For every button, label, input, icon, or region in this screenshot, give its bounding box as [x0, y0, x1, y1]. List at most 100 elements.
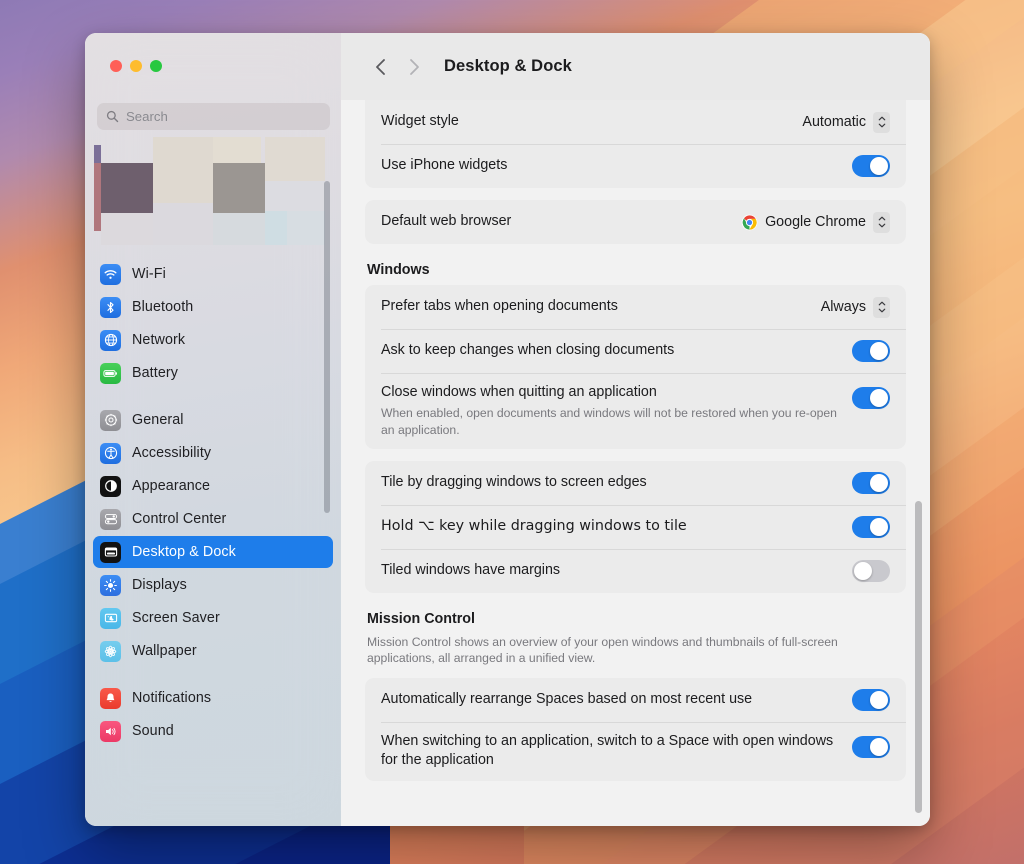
sidebar-item-label: Appearance [132, 478, 211, 494]
toggle-knob [870, 690, 888, 709]
sidebar-item-label: Notifications [132, 690, 212, 706]
windows-card: Prefer tabs when opening documents Alway… [365, 285, 906, 449]
sidebar-item-network[interactable]: Network [93, 324, 333, 356]
network-globe-icon [100, 329, 121, 351]
chrome-icon [741, 214, 758, 230]
forward-button[interactable] [397, 50, 431, 84]
sidebar-item-bluetooth[interactable]: Bluetooth [93, 291, 333, 323]
sidebar-item-label: Wallpaper [132, 643, 197, 659]
popup-value: Always [820, 299, 866, 315]
chevron-down-icon [878, 123, 885, 128]
sidebar-item-label: Sound [132, 723, 174, 739]
row-label: Ask to keep changes when closing documen… [381, 342, 675, 359]
row-ask-keep-changes[interactable]: Ask to keep changes when closing documen… [365, 329, 906, 373]
back-button[interactable] [363, 50, 397, 84]
sidebar-item-label: Bluetooth [132, 299, 194, 315]
sidebar-item-label: General [132, 412, 184, 428]
chevron-up-icon [878, 216, 885, 221]
control-center-icon [100, 508, 121, 530]
page-title: Desktop & Dock [444, 57, 572, 75]
window-traffic-lights[interactable] [110, 60, 162, 72]
sidebar-item-battery[interactable]: Battery [93, 357, 333, 389]
stepper-control[interactable] [873, 211, 890, 233]
sidebar-item-wallpaper[interactable]: Wallpaper [93, 635, 333, 667]
apple-account-redacted[interactable] [85, 137, 331, 253]
displays-brightness-icon [100, 574, 121, 596]
switch-to-space-toggle[interactable] [852, 735, 890, 758]
chevron-down-icon [878, 308, 885, 313]
sidebar: Search Wi-Fi Bluetooth Network Battery G… [85, 33, 341, 826]
notifications-bell-icon [100, 687, 121, 709]
toggle-knob [870, 517, 888, 536]
sidebar-item-label: Displays [132, 577, 187, 593]
sidebar-item-label: Accessibility [132, 445, 212, 461]
sidebar-scrollbar[interactable] [324, 181, 330, 513]
sidebar-item-notifications[interactable]: Notifications [93, 682, 333, 714]
default-browser-card: Default web browser Google Chrome [365, 200, 906, 244]
sidebar-item-general[interactable]: General [93, 404, 333, 436]
sidebar-item-label: Battery [132, 365, 178, 381]
minimize-button[interactable] [130, 60, 142, 72]
row-label: When switching to an application, switch… [381, 732, 834, 768]
main-pane: Desktop & Dock Widget style Automatic Us… [341, 33, 930, 826]
row-label: Close windows when quitting an applicati… [381, 384, 657, 400]
ask-keep-changes-toggle[interactable] [852, 340, 890, 362]
sidebar-scroll-area[interactable]: Wi-Fi Bluetooth Network Battery General … [85, 257, 341, 826]
row-widget-style[interactable]: Widget style Automatic [365, 100, 906, 144]
sidebar-item-screen-saver[interactable]: Screen Saver [93, 602, 333, 634]
mission-control-description: Mission Control shows an overview of you… [367, 634, 838, 666]
tile-by-dragging-toggle[interactable] [852, 471, 890, 494]
sidebar-item-displays[interactable]: Displays [93, 569, 333, 601]
row-label: Widget style [381, 113, 459, 130]
sidebar-item-label: Desktop & Dock [132, 544, 236, 560]
main-scrollbar[interactable] [915, 501, 922, 813]
row-switch-to-space[interactable]: When switching to an application, switch… [365, 721, 906, 782]
chevron-up-icon [878, 116, 885, 121]
windows-section-heading: Windows [367, 262, 430, 278]
row-label: Use iPhone widgets [381, 157, 508, 174]
battery-icon [100, 362, 121, 384]
wifi-icon [100, 263, 121, 285]
settings-scroll-area[interactable]: Widget style Automatic Use iPhone widget… [341, 100, 930, 826]
stepper-control[interactable] [873, 296, 890, 318]
chevron-down-icon [878, 223, 885, 228]
row-default-web-browser[interactable]: Default web browser Google Chrome [365, 200, 906, 244]
hold-option-key-toggle[interactable] [852, 515, 890, 538]
row-tile-by-dragging[interactable]: Tile by dragging windows to screen edges [365, 461, 906, 505]
mission-control-card: Automatically rearrange Spaces based on … [365, 677, 906, 782]
use-iphone-widgets-toggle[interactable] [852, 155, 890, 177]
desktop-dock-icon [100, 541, 121, 563]
toggle-knob [870, 342, 888, 360]
sidebar-item-label: Network [132, 332, 186, 348]
row-use-iphone-widgets[interactable]: Use iPhone widgets [365, 144, 906, 188]
sidebar-item-wi-fi[interactable]: Wi-Fi [93, 258, 333, 290]
sidebar-item-label: Screen Saver [132, 610, 220, 626]
chevron-up-icon [878, 301, 885, 306]
toggle-knob [854, 561, 872, 580]
stepper-control[interactable] [873, 111, 890, 133]
sidebar-item-sound[interactable]: Sound [93, 715, 333, 747]
default-browser-popup[interactable]: Google Chrome [741, 211, 890, 233]
widget-style-popup[interactable]: Automatic [802, 111, 890, 133]
sidebar-item-desktop-dock[interactable]: Desktop & Dock [93, 536, 333, 568]
close-windows-quitting-toggle[interactable] [852, 387, 890, 409]
close-button[interactable] [110, 60, 122, 72]
row-close-windows-quitting[interactable]: Close windows when quitting an applicati… [365, 373, 906, 449]
sidebar-item-control-center[interactable]: Control Center [93, 503, 333, 535]
row-prefer-tabs[interactable]: Prefer tabs when opening documents Alway… [365, 285, 906, 329]
row-hold-option-key[interactable]: Hold ⌥ key while dragging windows to til… [365, 504, 906, 549]
auto-rearrange-spaces-toggle[interactable] [852, 688, 890, 711]
row-label: Default web browser [381, 213, 512, 230]
tiled-windows-margins-toggle[interactable] [852, 559, 890, 582]
zoom-button[interactable] [150, 60, 162, 72]
prefer-tabs-popup[interactable]: Always [820, 296, 890, 318]
wallpaper-icon [100, 640, 121, 662]
row-tiled-windows-margins[interactable]: Tiled windows have margins [365, 548, 906, 593]
row-auto-rearrange-spaces[interactable]: Automatically rearrange Spaces based on … [365, 678, 906, 722]
search-input[interactable]: Search [97, 103, 330, 130]
toggle-knob [870, 737, 888, 756]
sidebar-item-appearance[interactable]: Appearance [93, 470, 333, 502]
desktop-wallpaper: Search Wi-Fi Bluetooth Network Battery G… [0, 0, 1024, 864]
sidebar-item-accessibility[interactable]: Accessibility [93, 437, 333, 469]
main-header: Desktop & Dock [341, 33, 930, 100]
